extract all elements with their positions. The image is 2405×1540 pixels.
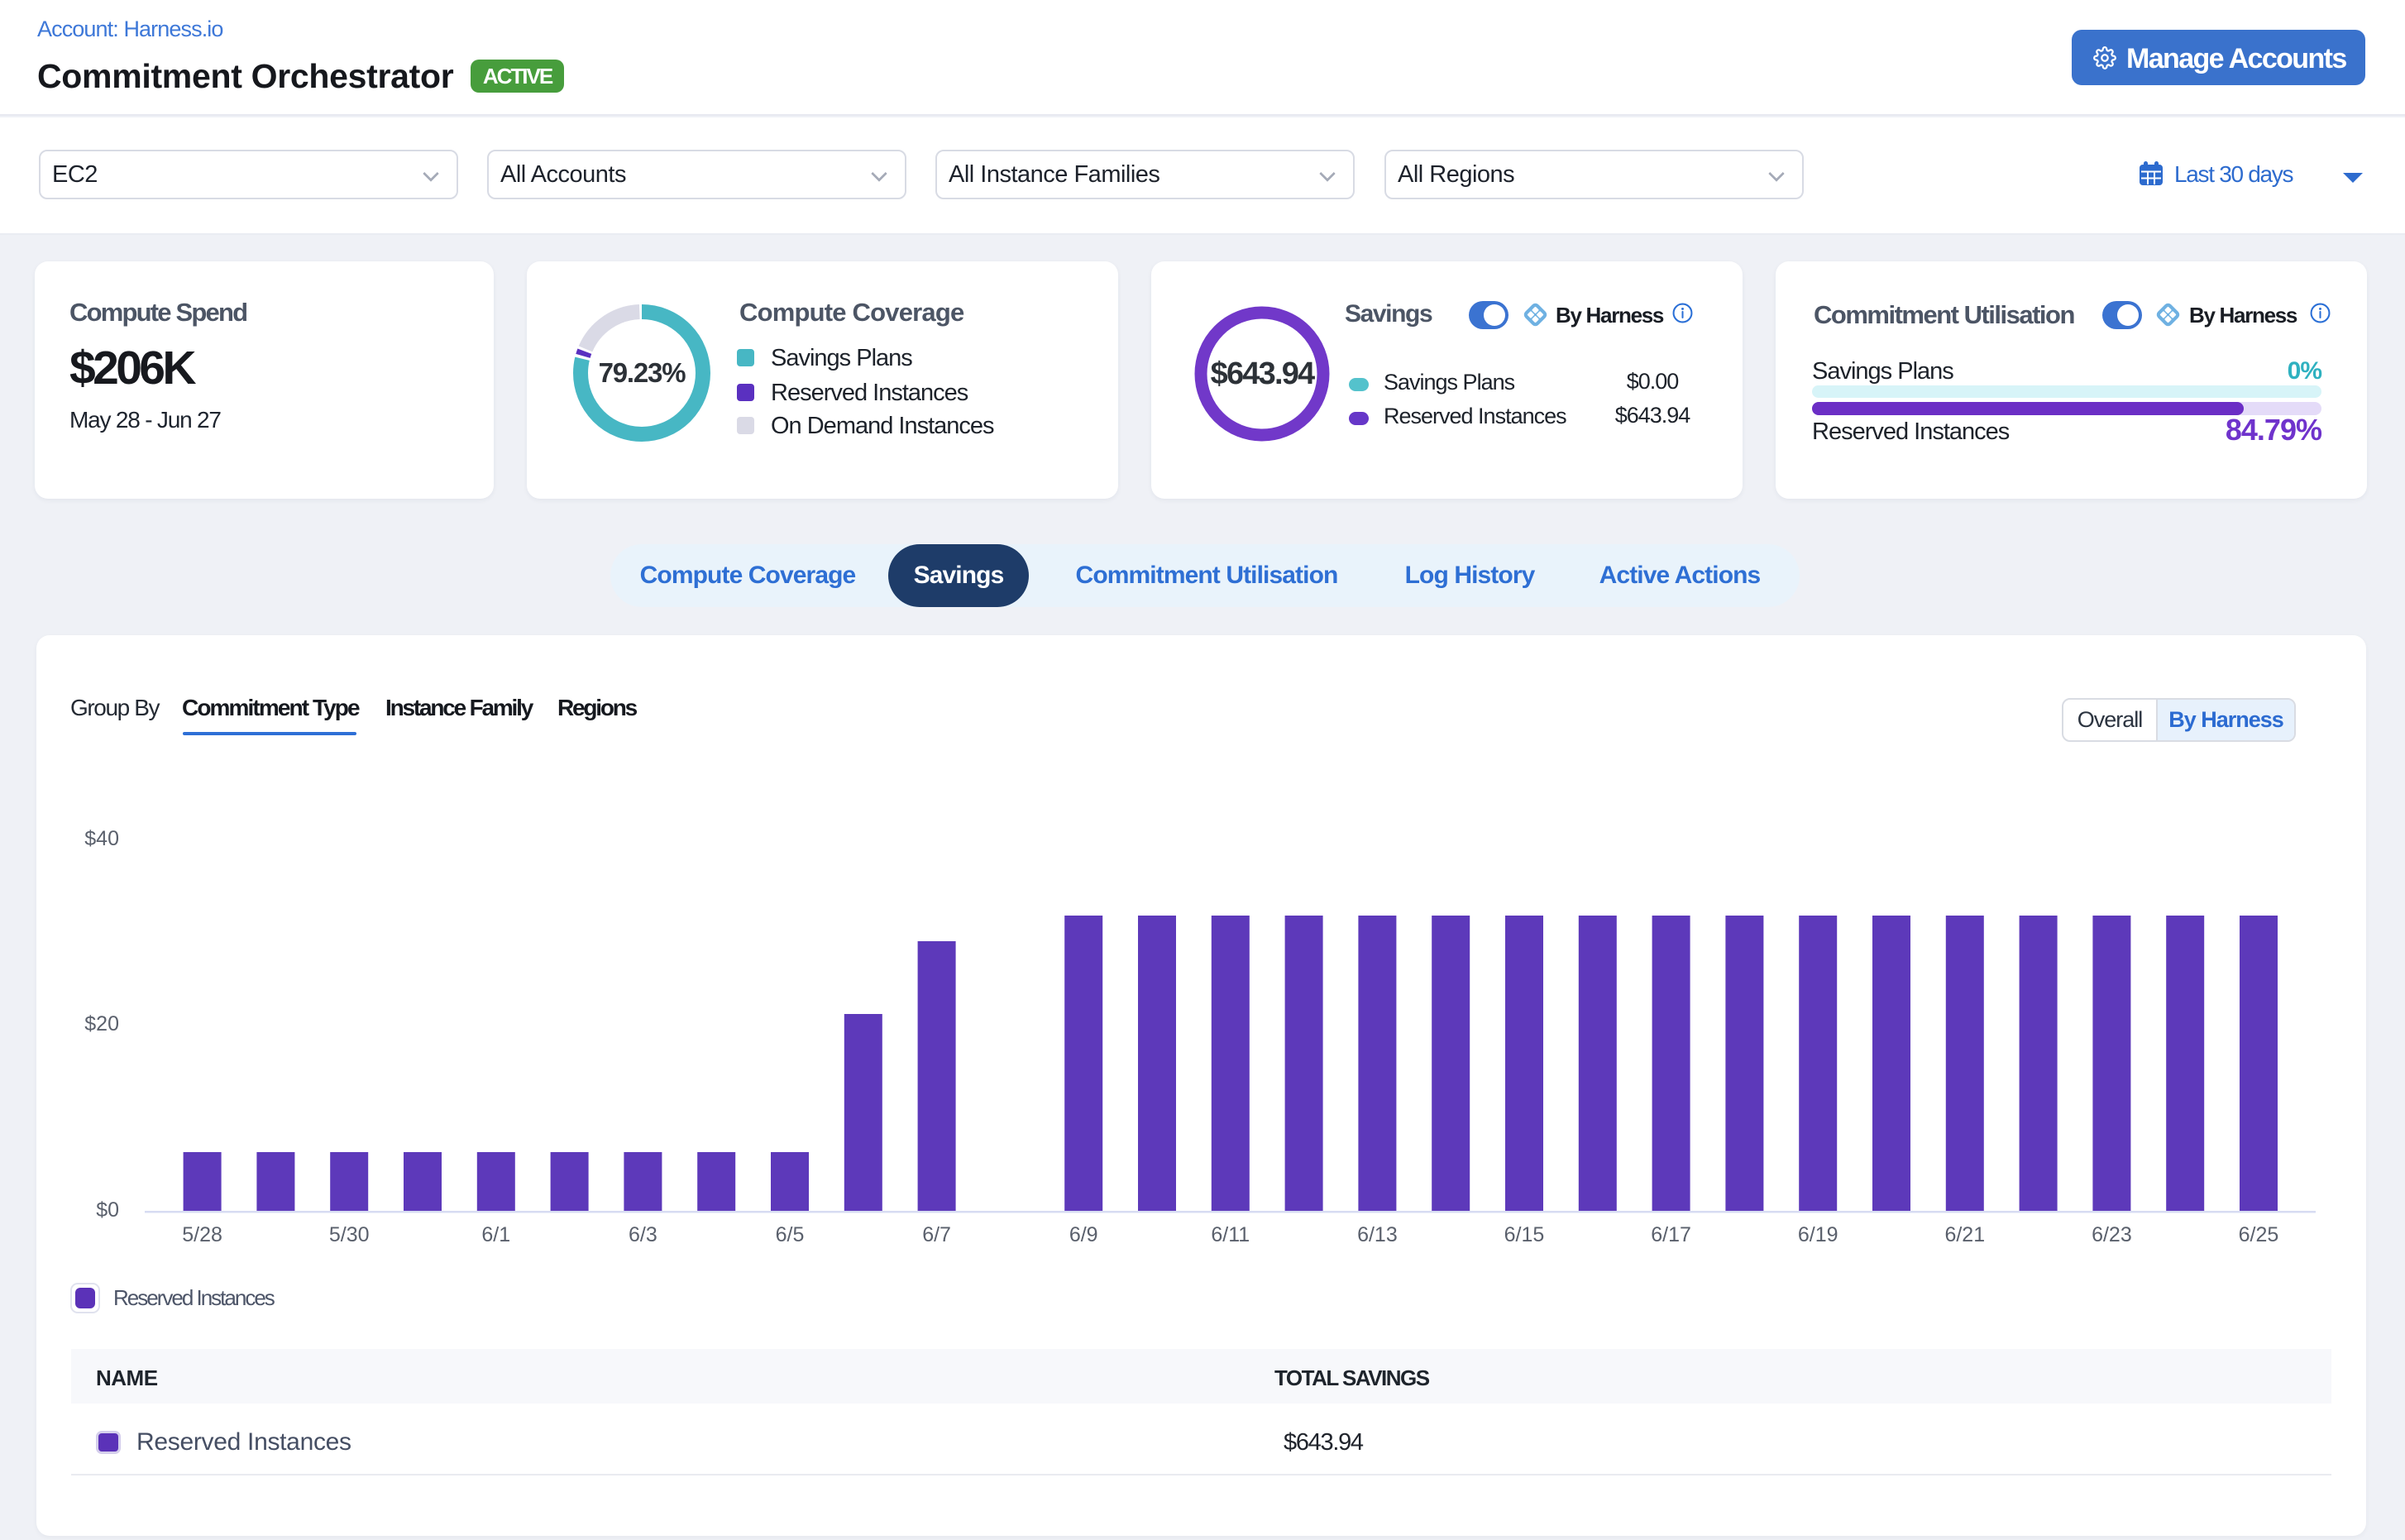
svg-text:6/1: 6/1 [481,1223,510,1246]
svg-text:6/7: 6/7 [922,1223,951,1246]
svg-text:6/25: 6/25 [2239,1223,2279,1246]
svg-text:6/11: 6/11 [1211,1223,1250,1246]
svg-text:6/15: 6/15 [1504,1223,1545,1246]
svg-text:6/3: 6/3 [629,1223,657,1246]
svg-text:6/5: 6/5 [776,1223,805,1246]
svg-text:5/30: 5/30 [329,1223,370,1246]
svg-text:6/23: 6/23 [2092,1223,2132,1246]
svg-text:6/17: 6/17 [1651,1223,1691,1246]
svg-text:6/13: 6/13 [1357,1223,1398,1246]
svg-text:$0: $0 [96,1198,119,1222]
svg-text:$40: $40 [84,827,119,850]
svg-text:6/21: 6/21 [1944,1223,1985,1246]
svg-text:6/9: 6/9 [1069,1223,1098,1246]
svg-text:6/19: 6/19 [1798,1223,1838,1246]
svg-text:5/28: 5/28 [182,1223,222,1246]
svg-text:$20: $20 [84,1012,119,1035]
